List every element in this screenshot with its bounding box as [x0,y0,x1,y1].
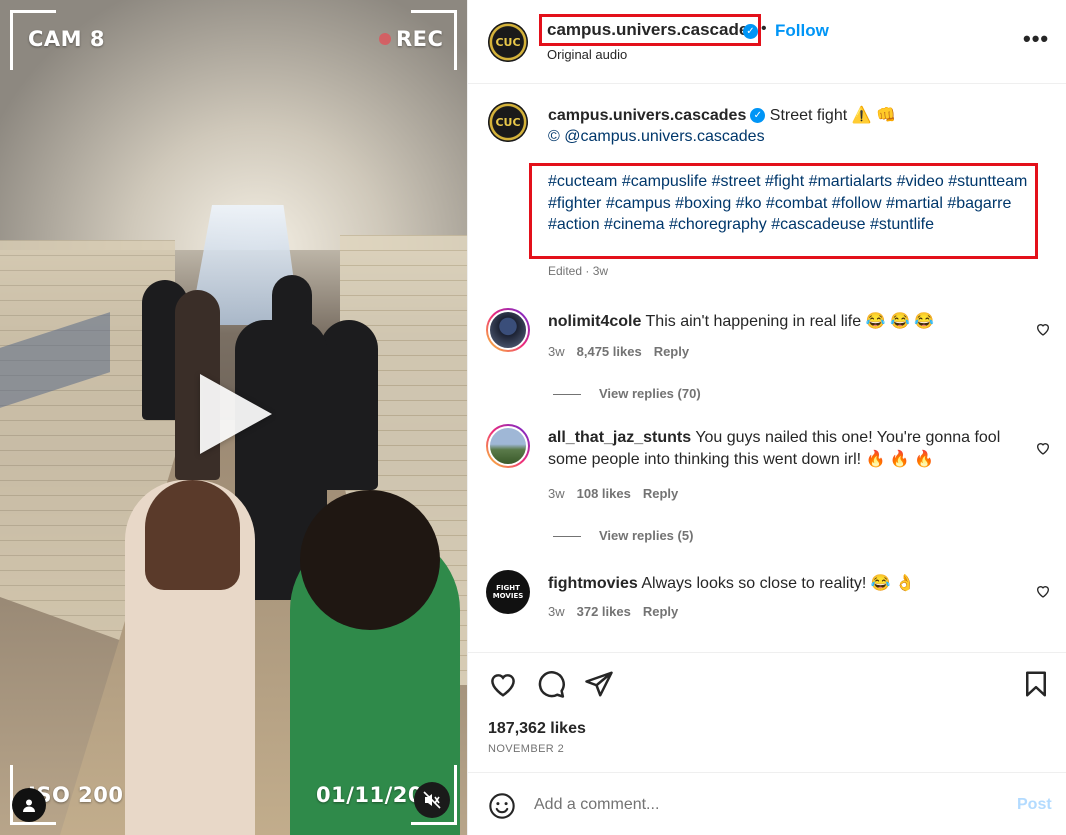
comment-body: This ain't happening in real life 😂 😂 😂 [641,313,935,330]
post-likes-count[interactable]: 187,362 likes [488,720,586,738]
caption-text: campus.univers.cascades ✓ Street fight ⚠️… [548,105,896,125]
author-avatar[interactable]: CUC [488,22,528,62]
person-silhouette [320,320,378,490]
rec-label: REC [396,27,444,51]
caption-edited-time: Edited · 3w [548,264,609,278]
play-icon[interactable] [200,374,272,454]
add-comment-bar: Post [468,772,1066,835]
caption-hashtags[interactable]: #cucteam #campuslife #street #fight #mar… [548,171,1028,236]
commenter-avatar[interactable] [486,424,530,468]
comment-meta: 3w 372 likes Reply [548,604,690,619]
comments-scroll-area[interactable]: CUC campus.univers.cascades ✓ Street figh… [468,84,1066,652]
cuc-logo-icon: CUC [488,22,528,62]
reel-video[interactable]: CAM 8 REC ISO 200 01/11/202 [0,0,467,835]
share-send-icon[interactable] [584,669,614,699]
reply-button[interactable]: Reply [654,344,689,359]
commenter-avatar[interactable]: FIGHT MOVIES [486,570,530,614]
comment-input[interactable] [534,791,994,819]
save-bookmark-icon[interactable] [1021,669,1051,699]
comment-text: fightmovies Always looks so close to rea… [548,573,1008,595]
post-comment-button[interactable]: Post [1017,796,1052,814]
view-replies-label: View replies (5) [599,528,694,543]
reply-button[interactable]: Reply [643,604,678,619]
commenter-username[interactable]: fightmovies [548,575,638,592]
caption-username[interactable]: campus.univers.cascades [548,107,746,124]
commenter-username[interactable]: nolimit4cole [548,313,641,330]
comment-likes[interactable]: 8,475 likes [577,344,642,359]
verified-badge-icon: ✓ [750,108,766,124]
author-username[interactable]: campus.univers.cascades [547,20,758,40]
caption-body: Street fight ⚠️ 👊 [765,107,896,124]
like-comment-heart-icon[interactable] [1035,583,1051,599]
cam-label: CAM 8 [28,27,105,51]
comment-text: all_that_jaz_stunts You guys nailed this… [548,427,1008,471]
caption-author-avatar[interactable]: CUC [488,102,528,142]
verified-badge-icon: ✓ [743,24,758,39]
like-heart-icon[interactable] [488,669,518,699]
comment-age: 3w [548,604,565,619]
emoji-icon[interactable] [488,792,516,820]
like-comment-heart-icon[interactable] [1035,321,1051,337]
person-foreground-left [125,480,255,835]
caption-credit[interactable]: © @campus.univers.cascades [548,128,765,146]
view-replies-button[interactable]: View replies (5) [553,528,693,543]
post-date: NOVEMBER 2 [488,743,565,755]
audio-subtitle[interactable]: Original audio [547,47,627,62]
like-comment-heart-icon[interactable] [1035,440,1051,456]
fightmovies-logo-icon: FIGHT MOVIES [486,570,530,614]
post-header: CUC campus.univers.cascades ✓ • Follow O… [468,0,1066,84]
follow-button[interactable]: Follow [775,21,829,41]
comment-bubble-icon[interactable] [536,669,566,699]
muted-icon [423,791,441,809]
comment-body: Always looks so close to reality! 😂 👌 [637,575,916,592]
view-replies-label: View replies (70) [599,386,701,401]
post-sidebar: CUC campus.univers.cascades ✓ • Follow O… [467,0,1066,835]
comment-age: 3w [548,486,565,501]
view-replies-button[interactable]: View replies (70) [553,386,701,401]
comment-meta: 3w 8,475 likes Reply [548,344,701,359]
separator-dot: • [761,20,767,37]
comment-age: 3w [548,344,565,359]
instagram-post-view: CAM 8 REC ISO 200 01/11/202 CUC campus.u… [0,0,1066,835]
commenter-username[interactable]: all_that_jaz_stunts [548,429,691,446]
comment-meta: 3w 108 likes Reply [548,486,690,501]
user-tag-button[interactable] [12,788,46,822]
replies-line [553,536,581,538]
replies-line [553,394,581,396]
comment-likes[interactable]: 108 likes [577,486,631,501]
post-actions: 187,362 likes NOVEMBER 2 [468,652,1066,772]
commenter-avatar[interactable] [486,308,530,352]
rec-dot-icon [379,33,391,45]
mute-button[interactable] [414,782,450,818]
more-options-icon[interactable]: ••• [1023,26,1049,52]
cuc-logo-icon: CUC [488,102,528,142]
reply-button[interactable]: Reply [643,486,678,501]
user-tag-icon [23,799,35,812]
hair [145,480,240,590]
comment-likes[interactable]: 372 likes [577,604,631,619]
comment-text: nolimit4cole This ain't happening in rea… [548,311,1008,333]
hair [300,490,440,630]
